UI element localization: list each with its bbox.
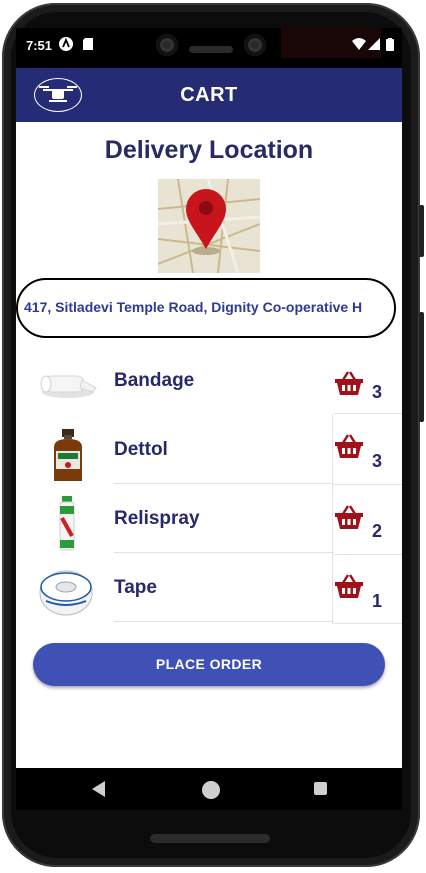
tape-roll-icon bbox=[38, 565, 98, 621]
cart-item[interactable]: Tape 1 bbox=[16, 557, 402, 626]
wifi-icon bbox=[352, 38, 366, 50]
item-name: Dettol bbox=[114, 439, 168, 460]
antiseptic-bottle-icon bbox=[38, 427, 98, 483]
item-name: Tape bbox=[114, 577, 157, 598]
screen: 7:51 CART Delivery Location 417, Sitlade… bbox=[16, 28, 402, 768]
item-quantity: 3 bbox=[372, 451, 383, 471]
divider bbox=[334, 554, 402, 555]
cart-item[interactable]: Bandage 3 bbox=[16, 350, 402, 419]
app-bar: CART bbox=[16, 68, 402, 122]
divider bbox=[114, 621, 334, 622]
signal-icon bbox=[368, 38, 380, 50]
battery-icon bbox=[386, 38, 394, 51]
bandage-roll-icon bbox=[38, 358, 98, 414]
item-quantity: 2 bbox=[372, 521, 383, 541]
basket-icon[interactable] bbox=[334, 433, 364, 459]
map-pin-image bbox=[158, 179, 260, 273]
cart-item[interactable]: Relispray 2 bbox=[16, 488, 402, 557]
front-camera-2 bbox=[244, 34, 266, 56]
bottom-speaker bbox=[150, 834, 270, 843]
back-icon[interactable] bbox=[92, 781, 105, 797]
volume-button bbox=[419, 312, 424, 422]
system-nav-bar bbox=[16, 768, 402, 810]
basket-icon[interactable] bbox=[334, 573, 364, 599]
item-name: Relispray bbox=[114, 508, 200, 529]
divider bbox=[334, 413, 402, 414]
status-bar-tint bbox=[281, 28, 381, 58]
app-bar-title: CART bbox=[180, 84, 238, 106]
spray-can-icon bbox=[38, 496, 98, 552]
front-camera bbox=[156, 34, 178, 56]
power-button bbox=[419, 205, 424, 257]
cart-item[interactable]: Dettol 3 bbox=[16, 419, 402, 488]
divider bbox=[114, 552, 334, 553]
item-quantity: 3 bbox=[372, 382, 383, 402]
divider bbox=[114, 483, 334, 484]
recents-icon[interactable] bbox=[314, 782, 327, 795]
item-name: Bandage bbox=[114, 370, 195, 391]
divider bbox=[334, 623, 402, 624]
divider bbox=[334, 484, 402, 485]
address-field[interactable]: 417, Sitladevi Temple Road, Dignity Co-o… bbox=[16, 278, 396, 338]
earpiece bbox=[189, 46, 233, 53]
basket-icon[interactable] bbox=[334, 370, 364, 396]
status-time: 7:51 bbox=[26, 38, 53, 53]
sd-card-icon bbox=[83, 38, 93, 50]
item-quantity: 1 bbox=[372, 591, 383, 611]
delivery-location-heading: Delivery Location bbox=[104, 136, 314, 164]
notification-a-icon bbox=[59, 37, 73, 51]
address-text: 417, Sitladevi Temple Road, Dignity Co-o… bbox=[24, 299, 363, 315]
place-order-button[interactable]: PLACE ORDER bbox=[33, 643, 385, 686]
status-bar: 7:51 bbox=[16, 28, 402, 68]
home-icon[interactable] bbox=[202, 781, 220, 799]
basket-icon[interactable] bbox=[334, 504, 364, 530]
